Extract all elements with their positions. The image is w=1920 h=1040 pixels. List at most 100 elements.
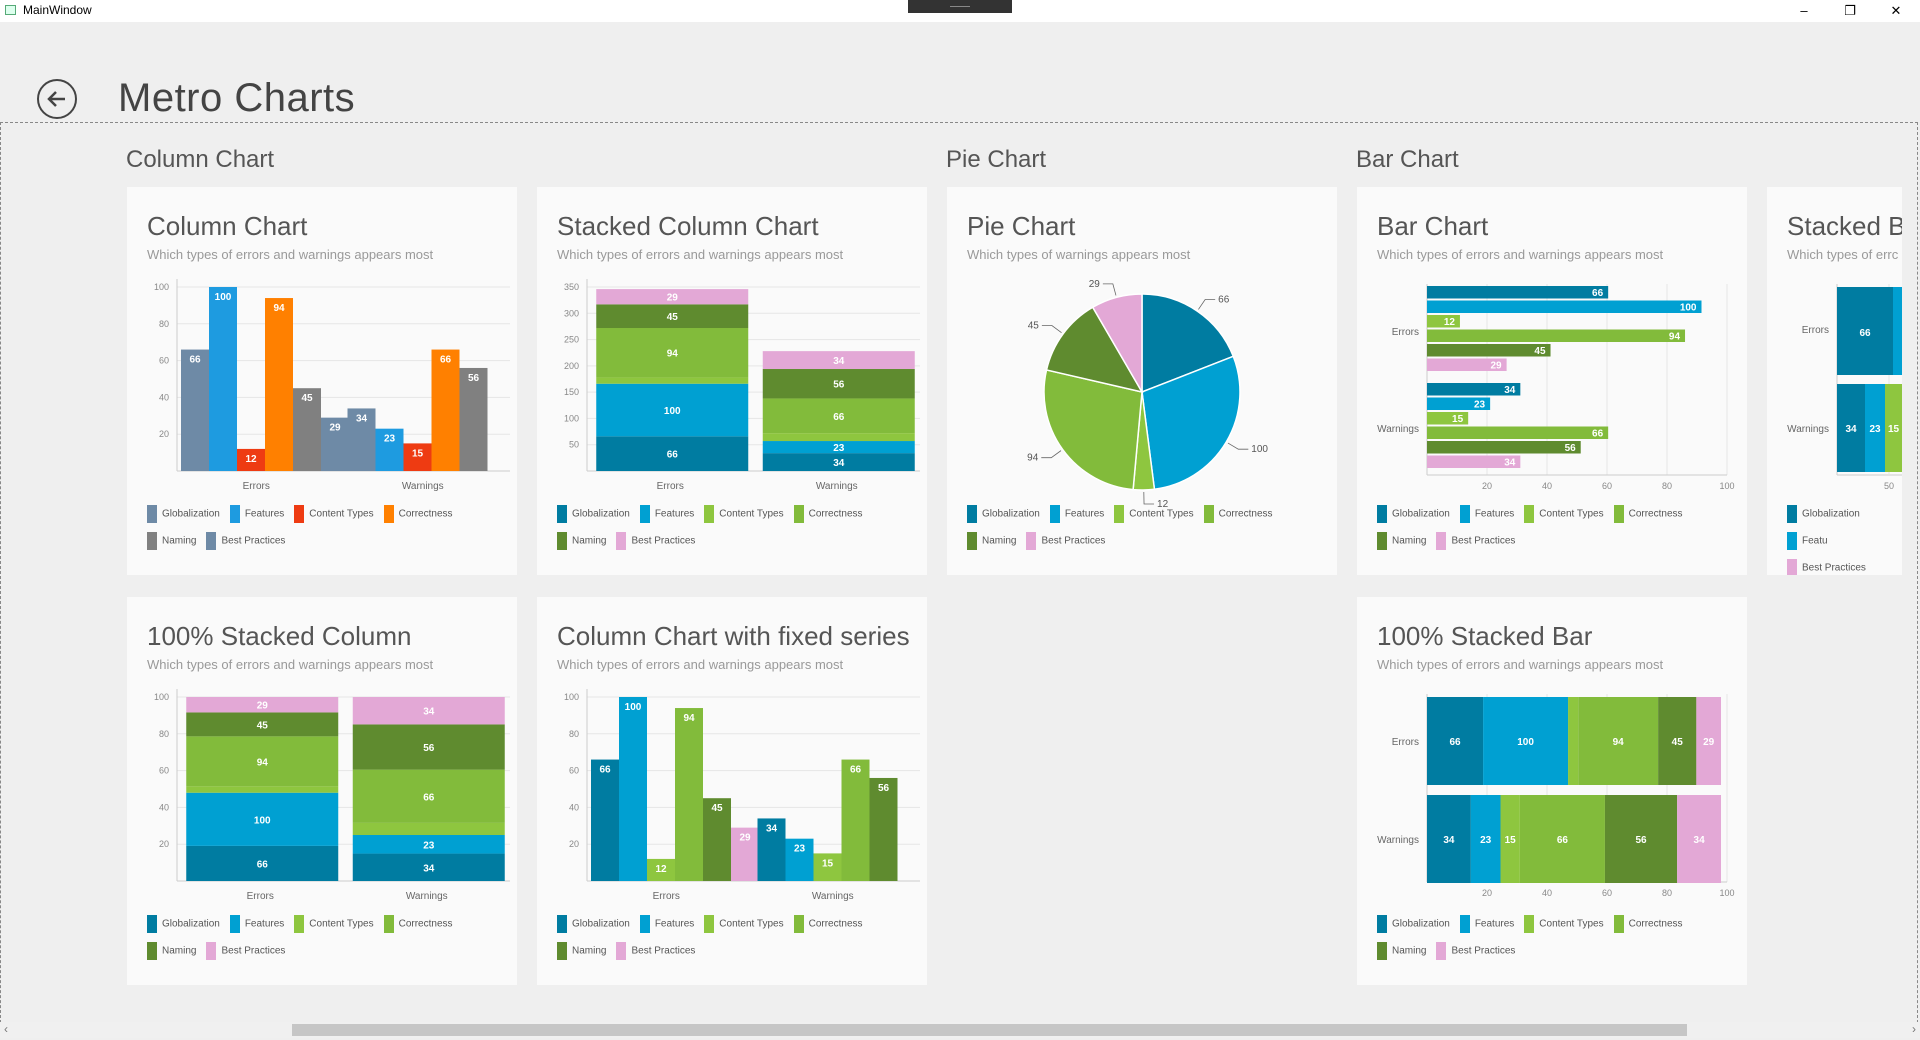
legend-item: Correctness xyxy=(383,505,453,523)
x-tick-label: 60 xyxy=(1602,888,1612,898)
legend-swatch xyxy=(1524,915,1535,933)
data-label: 15 xyxy=(1452,414,1464,425)
data-label: 56 xyxy=(878,783,890,794)
legend-swatch xyxy=(206,532,217,550)
data-label: 100 xyxy=(1517,737,1534,748)
y-category-label: Errors xyxy=(1392,327,1419,338)
y-tick-label: 80 xyxy=(159,319,169,329)
scroll-left-icon[interactable]: ‹ xyxy=(4,1022,8,1036)
legend-item: Correctness xyxy=(1203,505,1273,523)
legend-swatch xyxy=(616,532,627,550)
y-category-label: Warnings xyxy=(1377,835,1419,846)
legend-label: Correctness xyxy=(1218,508,1273,520)
legend-swatch xyxy=(704,915,715,933)
legend-label: Naming xyxy=(1392,535,1427,547)
card-stacked-bar-chart: Stacked Ba Which types of errc 50ErrorsW… xyxy=(1767,187,1902,575)
data-label: 94 xyxy=(667,349,679,360)
legend-item: Best Practices xyxy=(616,532,695,550)
data-label: 29 xyxy=(1089,279,1101,290)
legend-label: Featu xyxy=(1802,535,1828,547)
legend-item: Featu xyxy=(1787,532,1828,550)
pie-leader-line xyxy=(1227,442,1249,450)
legend-item: Best Practices xyxy=(1436,942,1515,960)
back-button[interactable] xyxy=(37,79,77,119)
minimize-button[interactable]: – xyxy=(1781,0,1827,22)
data-label: 15 xyxy=(1888,424,1900,435)
data-label: 45 xyxy=(1028,321,1040,332)
legend-swatch xyxy=(704,505,715,523)
legend-swatch xyxy=(1787,505,1797,523)
column-bar xyxy=(619,697,647,881)
legend-item: Globalization xyxy=(1377,505,1450,523)
legend-label: Correctness xyxy=(808,508,863,520)
pie-leader-line xyxy=(1143,491,1155,505)
column-bar xyxy=(591,759,619,881)
legend-item: Best Practices xyxy=(206,532,285,550)
data-label: 66 xyxy=(257,859,269,870)
y-tick-label: 200 xyxy=(564,361,579,371)
data-label: 94 xyxy=(683,713,695,724)
scrollbar-thumb[interactable] xyxy=(292,1024,1687,1036)
legend-label: Best Practices xyxy=(631,945,696,957)
legend-item: Features xyxy=(229,915,284,933)
legend-swatch xyxy=(147,942,157,960)
chart-legend: Globalization Features Content Types Correc… xyxy=(967,505,1327,559)
data-label: 15 xyxy=(1505,835,1517,846)
y-tick-label: 20 xyxy=(569,839,579,849)
legend-swatch xyxy=(793,915,804,933)
data-label: 66 xyxy=(599,765,611,776)
legend-swatch xyxy=(147,532,157,550)
chart-legend: Globalization Features Content Types Correc… xyxy=(557,505,917,559)
x-tick-label: 100 xyxy=(1719,888,1734,898)
legend-swatch xyxy=(1377,532,1387,550)
y-tick-label: 150 xyxy=(564,387,579,397)
legend-item: Content Types xyxy=(294,915,374,933)
column-bar xyxy=(209,287,237,471)
legend-item: Globalization xyxy=(557,505,630,523)
card-column-chart-fixed-series: Column Chart with fixed series Which typ… xyxy=(537,597,927,985)
legend-item: Naming xyxy=(557,942,606,960)
page-title: Metro Charts xyxy=(118,76,356,120)
data-label: 34 xyxy=(423,707,435,718)
legend-label: Best Practices xyxy=(221,945,286,957)
data-label: 45 xyxy=(257,720,269,731)
data-label: 45 xyxy=(667,312,679,323)
data-label: 66 xyxy=(833,412,845,423)
x-tick-label: 80 xyxy=(1662,888,1672,898)
legend-label: Correctness xyxy=(398,918,453,930)
legend-item: Features xyxy=(639,915,694,933)
data-label: 45 xyxy=(301,393,313,404)
legend-label: Correctness xyxy=(1628,508,1683,520)
data-label: 29 xyxy=(1490,361,1502,372)
data-label: 66 xyxy=(1592,288,1604,299)
scroll-right-icon[interactable]: › xyxy=(1912,1022,1916,1036)
title-grip-handle[interactable] xyxy=(908,0,1012,13)
y-tick-label: 250 xyxy=(564,335,579,345)
legend-item: Features xyxy=(1049,505,1104,523)
x-category-label: Warnings xyxy=(812,891,854,902)
stacked-segment xyxy=(1893,287,1902,375)
legend-label: Naming xyxy=(572,535,607,547)
legend-swatch xyxy=(294,915,305,933)
data-label: 66 xyxy=(1592,429,1604,440)
stacked-segment xyxy=(596,377,749,384)
column-bar xyxy=(431,349,460,471)
data-label: 56 xyxy=(833,380,845,391)
restore-button[interactable]: ❐ xyxy=(1827,0,1873,22)
legend-swatch xyxy=(1436,942,1447,960)
close-button[interactable]: ✕ xyxy=(1873,0,1919,22)
legend-label: Features xyxy=(1474,508,1515,520)
stacked-segment xyxy=(186,786,339,793)
legend-swatch xyxy=(294,505,305,523)
legend-label: Features xyxy=(654,508,695,520)
data-label: 56 xyxy=(468,373,480,384)
horizontal-scrollbar[interactable]: ‹ › xyxy=(0,1022,1920,1038)
y-tick-label: 300 xyxy=(564,308,579,318)
data-label: 94 xyxy=(257,757,269,768)
legend-label: Globalization xyxy=(982,508,1040,520)
data-label: 34 xyxy=(1694,835,1706,846)
legend-label: Content Types xyxy=(1129,508,1194,520)
x-tick-label: 50 xyxy=(1884,481,1894,491)
legend-label: Correctness xyxy=(398,508,453,520)
legend-label: Content Types xyxy=(1539,508,1604,520)
